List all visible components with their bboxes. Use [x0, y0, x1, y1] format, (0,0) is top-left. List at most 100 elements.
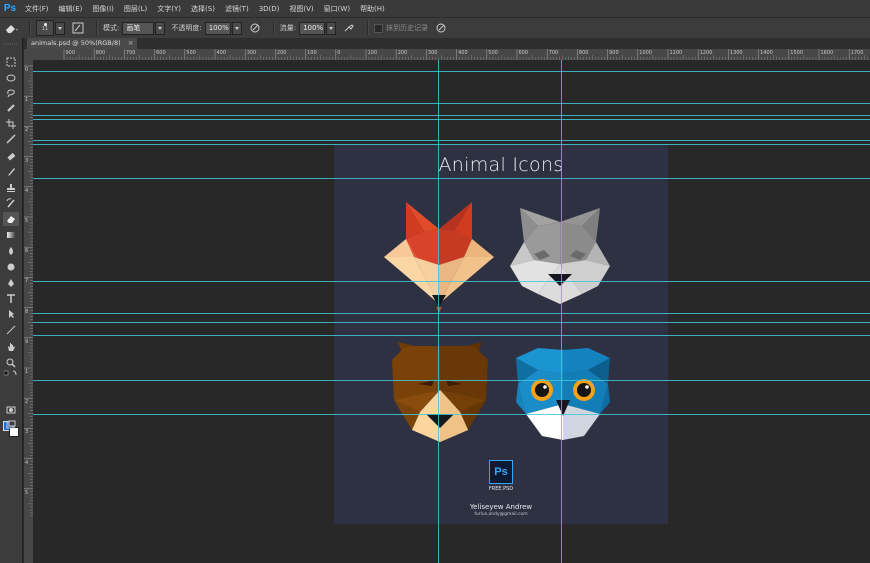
brush-size-value: 11 [41, 26, 49, 32]
fox-icon[interactable] [384, 199, 494, 315]
ellipse-marquee-icon[interactable] [3, 71, 19, 85]
brush-preset-picker[interactable]: 11 [36, 20, 65, 36]
flow-input[interactable]: 100% [299, 21, 326, 35]
erase-to-history-label: 抹到历史记录 [386, 24, 429, 32]
ruler-label: 600 [156, 50, 166, 56]
menu-window[interactable]: 窗口(W) [319, 4, 355, 14]
menu-filter[interactable]: 滤镜(T) [220, 4, 254, 14]
pen-icon[interactable] [3, 276, 19, 290]
ruler-label: 3 [25, 157, 29, 164]
brush-size-dropdown[interactable] [55, 21, 65, 35]
guide-horizontal[interactable] [33, 335, 870, 336]
guide-horizontal[interactable] [33, 103, 870, 104]
ruler-label: 1200 [699, 50, 713, 56]
guide-horizontal[interactable] [33, 115, 870, 116]
history-brush-icon[interactable] [3, 196, 19, 210]
menu-type[interactable]: 文字(Y) [152, 4, 186, 14]
erase-to-history-checkbox[interactable] [374, 23, 384, 33]
guide-horizontal[interactable] [33, 144, 870, 145]
toolbar-grip[interactable] [3, 42, 19, 46]
guide-horizontal[interactable] [33, 313, 870, 314]
crop-icon[interactable] [3, 117, 19, 131]
ruler-label: 8 [25, 308, 29, 315]
menu-image[interactable]: 图像(I) [87, 4, 119, 14]
dodge-icon[interactable] [3, 260, 19, 274]
screen-mode-icon[interactable] [3, 418, 19, 432]
ruler-origin[interactable] [24, 49, 32, 60]
clone-stamp-icon[interactable] [3, 181, 19, 195]
line-icon[interactable] [3, 323, 19, 337]
separator [272, 21, 275, 35]
wolf-icon[interactable] [508, 204, 612, 308]
pressure-size-icon[interactable] [434, 21, 448, 35]
ruler-label: 400 [458, 50, 468, 56]
ruler-label: 200 [397, 50, 408, 56]
swap-colors-icon[interactable] [3, 369, 19, 378]
quick-mask-icon[interactable] [3, 403, 19, 417]
guide-horizontal[interactable] [33, 119, 870, 120]
mode-select[interactable]: 画笔 [122, 21, 155, 35]
opacity-dropdown[interactable] [231, 21, 242, 35]
owl-icon[interactable] [512, 344, 614, 446]
author-name: Yeliseyew Andrew [469, 503, 533, 511]
healing-brush-icon[interactable] [3, 150, 19, 164]
eraser-tool-preset-icon[interactable] [4, 21, 18, 35]
document-canvas[interactable]: Animal Icons Ps FREE.PSD Yeliseyew Andre… [33, 60, 870, 563]
artboard-title: Animal Icons [438, 154, 564, 176]
blur-icon[interactable] [3, 244, 19, 258]
ruler-label: 800 [95, 50, 106, 56]
hand-icon[interactable] [3, 340, 19, 354]
menu-bar: Ps 文件(F) 编辑(E) 图像(I) 图层(L) 文字(Y) 选择(S) 滤… [0, 0, 870, 17]
close-icon[interactable]: × [128, 38, 134, 49]
guide-horizontal[interactable] [33, 140, 870, 141]
guide-vertical[interactable] [438, 60, 439, 563]
menu-layer[interactable]: 图层(L) [119, 4, 152, 14]
document-tab[interactable]: animals.psd @ 50%(RGB/8) × [27, 38, 137, 49]
menu-view[interactable]: 视图(V) [284, 4, 318, 14]
ruler-label: 4 [25, 459, 29, 466]
guide-vertical[interactable] [561, 60, 562, 563]
gradient-icon[interactable] [3, 228, 19, 242]
menu-select[interactable]: 选择(S) [186, 4, 220, 14]
eyedropper-icon[interactable] [3, 132, 19, 146]
free-psd-caption: FREE.PSD [488, 486, 514, 492]
ruler-label: 1700 [850, 50, 864, 56]
bear-icon[interactable] [390, 340, 490, 444]
ruler-label: 1 [25, 369, 29, 375]
type-icon[interactable] [3, 292, 19, 306]
brush-icon[interactable] [3, 165, 19, 179]
erase-to-history-control[interactable]: 抹到历史记录 [374, 23, 428, 33]
flow-control[interactable]: 流量: 100% [280, 21, 337, 35]
ruler-label: 500 [488, 50, 498, 56]
eraser-icon[interactable] [3, 212, 19, 226]
menu-file[interactable]: 文件(F) [20, 4, 54, 14]
path-select-icon[interactable] [3, 307, 19, 321]
pressure-opacity-icon[interactable] [248, 21, 262, 35]
guide-horizontal[interactable] [33, 178, 870, 179]
airbrush-icon[interactable] [342, 21, 356, 35]
guide-horizontal[interactable] [33, 380, 870, 381]
guide-horizontal[interactable] [33, 414, 870, 415]
marquee-icon[interactable] [3, 55, 19, 69]
guide-horizontal[interactable] [33, 71, 870, 72]
mode-dropdown[interactable] [155, 21, 166, 35]
menu-3d[interactable]: 3D(D) [254, 5, 285, 13]
zoom-icon[interactable] [3, 356, 19, 370]
guide-horizontal[interactable] [33, 322, 870, 323]
ruler-label: 3 [25, 429, 29, 436]
opacity-input[interactable]: 100% [204, 21, 231, 35]
mode-control[interactable]: 模式: 画笔 [103, 21, 166, 35]
brush-panel-toggle-icon[interactable] [71, 21, 85, 35]
ruler-label: 1 [25, 97, 29, 104]
guide-horizontal[interactable] [33, 281, 870, 282]
artboard[interactable]: Animal Icons Ps FREE.PSD Yeliseyew Andre… [334, 144, 668, 524]
menu-edit[interactable]: 编辑(E) [54, 4, 88, 14]
opacity-control[interactable]: 不透明度: 100% [171, 21, 242, 35]
quick-select-icon[interactable] [3, 101, 19, 115]
flow-dropdown[interactable] [326, 21, 337, 35]
menu-help[interactable]: 帮助(H) [355, 4, 390, 14]
photoshop-file-icon: Ps [489, 460, 513, 484]
separator [96, 21, 98, 35]
ruler-label: 300 [246, 50, 257, 56]
lasso-icon[interactable] [3, 86, 19, 100]
